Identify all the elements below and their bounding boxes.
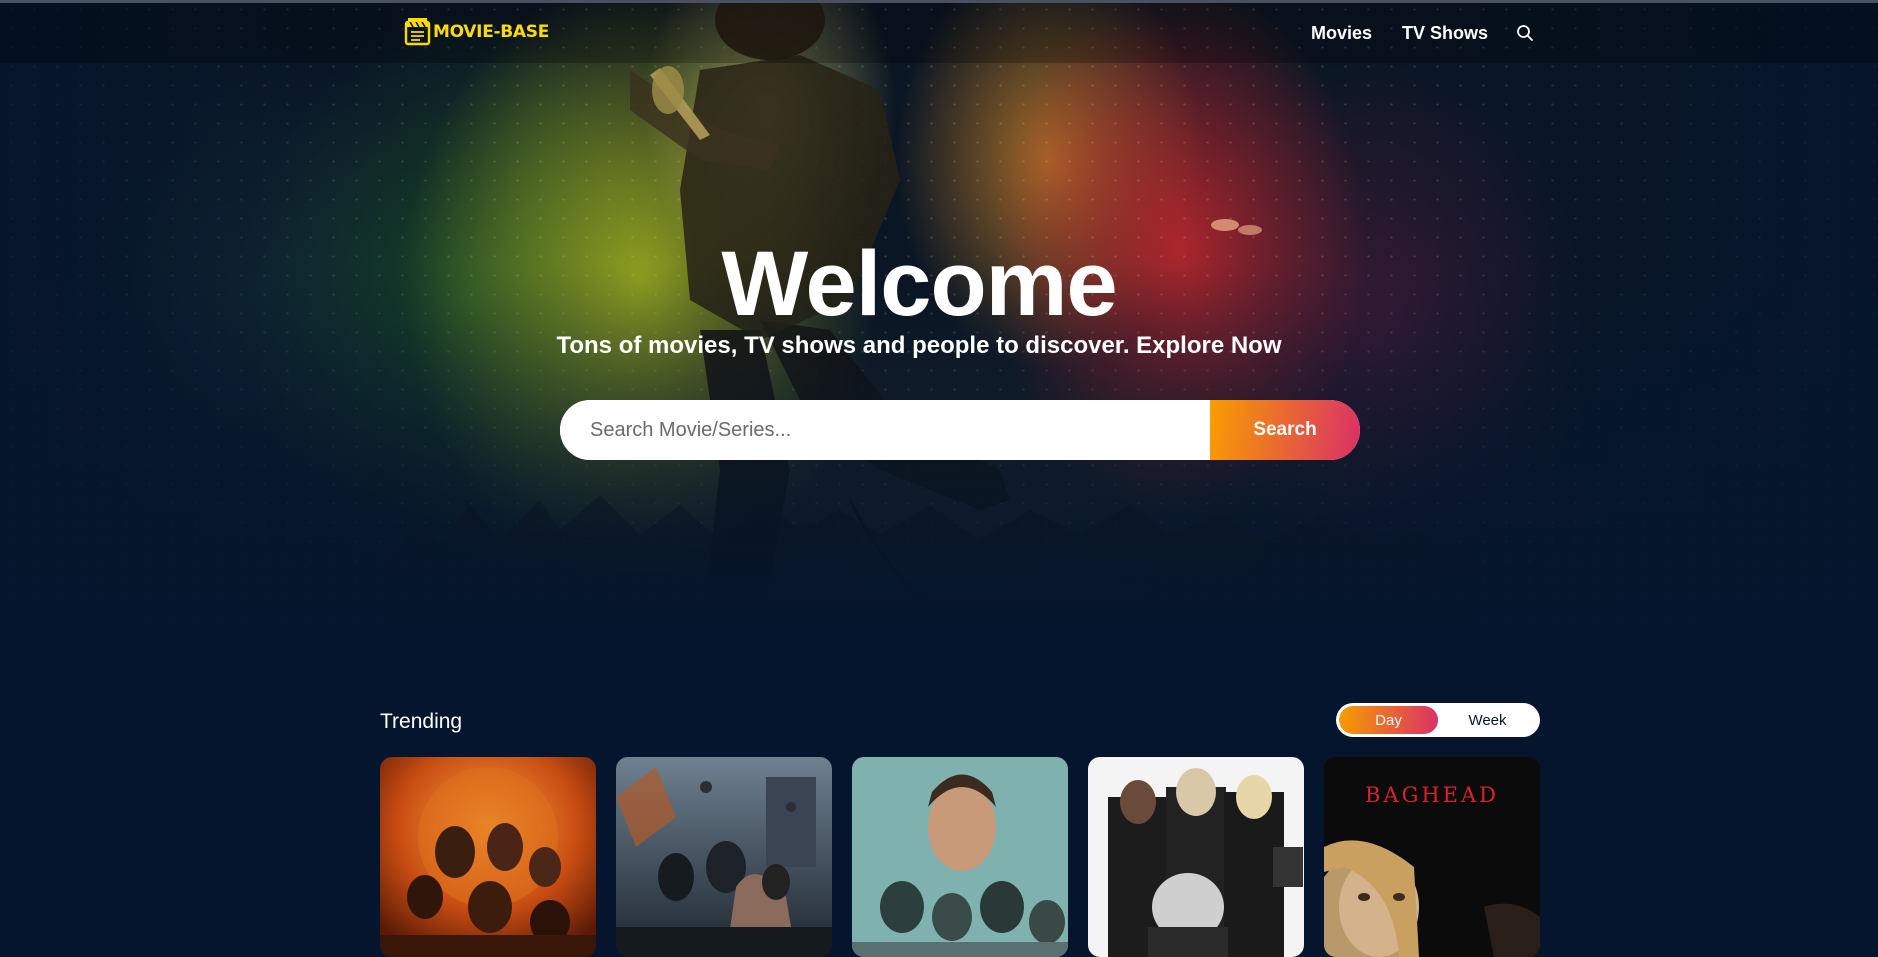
poster-title-text: BAGHEAD [1364, 783, 1500, 807]
tab-day[interactable]: Day [1339, 706, 1438, 734]
search-button[interactable]: Search [1210, 400, 1360, 460]
site-header: MOVIE-BASE Movies TV Shows [0, 3, 1878, 63]
hero-banner: Welcome Tons of movies, TV shows and peo… [0, 0, 1878, 660]
trending-carousel: BAGHEAD [380, 757, 1540, 957]
nav-tv-shows[interactable]: TV Shows [1402, 23, 1488, 44]
window-top-border [0, 0, 1878, 3]
search-input[interactable] [560, 400, 1210, 460]
logo-text: MOVIE-BASE [433, 21, 550, 42]
movie-poster [380, 757, 596, 957]
movie-card[interactable] [1088, 757, 1304, 957]
movie-card[interactable] [852, 757, 1068, 957]
main-nav: Movies TV Shows [1281, 3, 1538, 63]
movie-card[interactable] [616, 757, 832, 957]
hero-title: Welcome [721, 233, 1117, 335]
day-week-switch: Day Week [1336, 703, 1540, 737]
hero-subtitle: Tons of movies, TV shows and people to d… [556, 332, 1282, 359]
trending-title: Trending [380, 710, 463, 733]
tab-week[interactable]: Week [1438, 706, 1537, 734]
header-container: MOVIE-BASE Movies TV Shows [380, 3, 1540, 63]
nav-movies[interactable]: Movies [1311, 23, 1372, 44]
movie-card[interactable] [380, 757, 596, 957]
movie-poster [852, 757, 1068, 957]
search-icon[interactable] [1516, 22, 1538, 44]
clapperboard-icon [404, 18, 431, 46]
movie-poster [616, 757, 832, 957]
movie-poster [1088, 757, 1304, 957]
movie-card[interactable]: BAGHEAD [1324, 757, 1540, 957]
hero-content: Welcome Tons of movies, TV shows and peo… [0, 0, 1878, 660]
hero-search-bar: Search [560, 400, 1360, 460]
site-logo[interactable]: MOVIE-BASE [404, 17, 549, 46]
